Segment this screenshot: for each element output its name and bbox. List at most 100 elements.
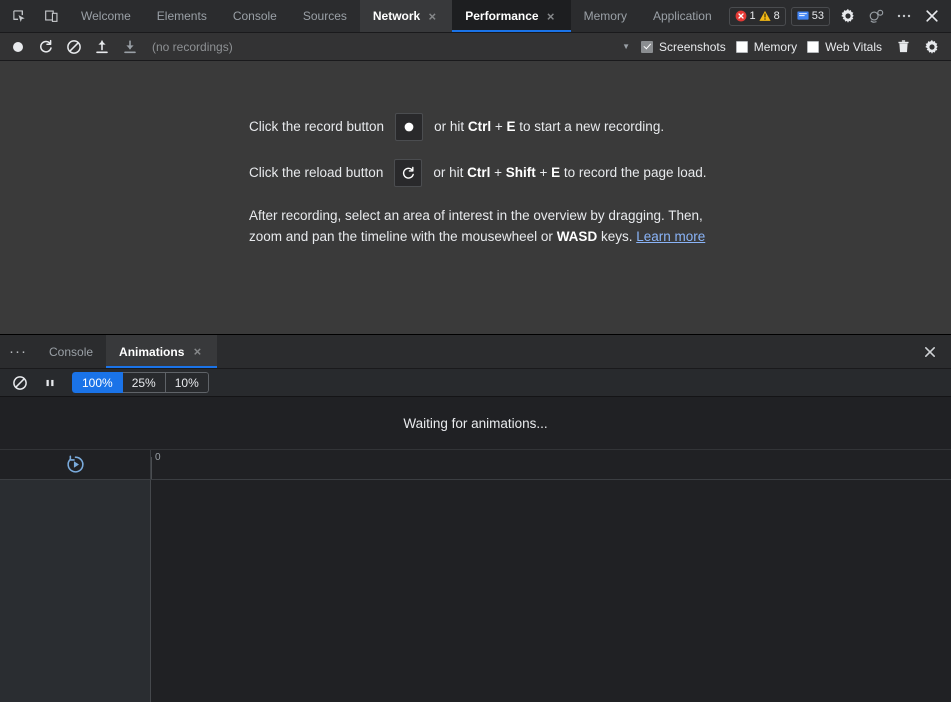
- tab-close-icon[interactable]: ×: [425, 10, 439, 23]
- message-counter[interactable]: 53: [791, 7, 830, 26]
- clear-button[interactable]: [60, 35, 87, 59]
- performance-landing-page: Click the record button or hit Ctrl + E …: [249, 113, 709, 248]
- speed-100-button[interactable]: 100%: [72, 372, 123, 393]
- tab-welcome[interactable]: Welcome: [68, 0, 144, 32]
- landing-record-text-after: to start a new recording.: [516, 119, 665, 134]
- settings-gear-icon[interactable]: [835, 3, 861, 29]
- timeline-tick-line: [151, 457, 152, 479]
- drawer-more-tools-icon[interactable]: ···: [0, 335, 36, 368]
- plus-sep-2: +: [536, 165, 551, 180]
- animations-timeline-header: 0: [0, 450, 951, 480]
- screenshots-checkbox[interactable]: Screenshots: [639, 40, 733, 54]
- tab-label: Welcome: [81, 9, 131, 23]
- tab-elements[interactable]: Elements: [144, 0, 220, 32]
- tabs-list: Welcome Elements Console Sources Network…: [68, 0, 729, 32]
- message-count: 53: [812, 10, 824, 22]
- warning-icon: [759, 10, 771, 22]
- tab-application[interactable]: Application: [640, 0, 725, 32]
- drawer: ··· Console Animations ×: [0, 334, 951, 702]
- drawer-tab-console[interactable]: Console: [36, 335, 106, 368]
- tab-label: Application: [653, 9, 712, 23]
- main-tabbar: Welcome Elements Console Sources Network…: [0, 0, 951, 33]
- speed-10-button[interactable]: 10%: [166, 372, 209, 393]
- animations-name-column: [0, 480, 151, 702]
- chevron-down-icon[interactable]: ▼: [620, 42, 638, 51]
- tab-performance[interactable]: Performance ×: [452, 0, 570, 32]
- landing-reload-text-before: Click the reload button: [249, 164, 383, 183]
- learn-more-link[interactable]: Learn more: [636, 229, 705, 244]
- animations-status-text: Waiting for animations...: [0, 397, 951, 450]
- landing-record-row: Click the record button or hit Ctrl + E …: [249, 113, 709, 141]
- warning-count: 8: [774, 10, 780, 22]
- devtools-window: Welcome Elements Console Sources Network…: [0, 0, 951, 702]
- tab-console[interactable]: Console: [220, 0, 290, 32]
- performance-toolbar: (no recordings) ▼ Screenshots Memory Web…: [0, 33, 951, 61]
- error-icon: [735, 10, 747, 22]
- landing-reload-text-mid: or hit: [433, 165, 467, 180]
- info-message-icon: [797, 10, 809, 22]
- hint-line-2-b: keys.: [597, 229, 636, 244]
- tab-network[interactable]: Network ×: [360, 0, 452, 32]
- inspect-element-icon[interactable]: [6, 3, 32, 29]
- collect-garbage-button[interactable]: [890, 35, 917, 59]
- plus-sep-1: +: [490, 165, 505, 180]
- animations-track-area[interactable]: [151, 480, 951, 702]
- tab-memory[interactable]: Memory: [571, 0, 640, 32]
- record-button[interactable]: [4, 35, 31, 59]
- kbd-e: E: [506, 119, 515, 134]
- tab-label: Elements: [157, 9, 207, 23]
- customize-devtools-icon[interactable]: [863, 3, 889, 29]
- device-toolbar-icon[interactable]: [38, 3, 64, 29]
- inline-record-button[interactable]: [395, 113, 423, 141]
- timeline-controls-cell: [0, 450, 151, 479]
- landing-record-text-before: Click the record button: [249, 118, 384, 137]
- hint-line-1: After recording, select an area of inter…: [249, 208, 703, 223]
- memory-checkbox[interactable]: Memory: [734, 40, 804, 54]
- clear-animations-button[interactable]: [6, 371, 33, 395]
- timeline-ruler[interactable]: 0: [151, 450, 951, 479]
- checkbox-label: Memory: [754, 40, 797, 54]
- capture-settings-button[interactable]: [918, 35, 945, 59]
- recordings-label: (no recordings): [144, 40, 241, 54]
- landing-reload-text-after: to record the page load.: [560, 165, 706, 180]
- pause-animations-button[interactable]: [36, 371, 63, 395]
- web-vitals-checkbox[interactable]: Web Vitals: [805, 40, 889, 54]
- drawer-tab-animations[interactable]: Animations ×: [106, 335, 217, 368]
- issue-counters[interactable]: 1 8: [729, 7, 786, 26]
- warning-counter[interactable]: 8: [759, 10, 780, 22]
- close-drawer-button[interactable]: [909, 335, 951, 368]
- load-profile-button[interactable]: [88, 35, 115, 59]
- error-counter[interactable]: 1: [735, 10, 756, 22]
- replay-animation-button[interactable]: [65, 454, 86, 475]
- tab-label: Network: [373, 9, 420, 23]
- landing-reload-row: Click the reload button or hit Ctrl + Sh…: [249, 159, 709, 187]
- speed-25-button[interactable]: 25%: [123, 372, 166, 393]
- kbd-ctrl: Ctrl: [468, 119, 491, 134]
- inline-reload-button[interactable]: [394, 159, 422, 187]
- checkbox-box[interactable]: [807, 41, 819, 53]
- save-profile-button[interactable]: [116, 35, 143, 59]
- reload-and-record-button[interactable]: [32, 35, 59, 59]
- tab-close-icon[interactable]: ×: [544, 10, 558, 23]
- checkbox-box[interactable]: [641, 41, 653, 53]
- tab-label: Performance: [465, 9, 538, 23]
- drawer-tab-close-icon[interactable]: ×: [190, 345, 204, 358]
- tab-label: Console: [233, 9, 277, 23]
- animations-toolbar: 100% 25% 10%: [0, 369, 951, 397]
- animations-grid: [0, 480, 951, 702]
- kbd-wasd: WASD: [557, 229, 598, 244]
- error-count: 1: [750, 10, 756, 22]
- tab-sources[interactable]: Sources: [290, 0, 360, 32]
- drawer-tab-label: Console: [49, 345, 93, 359]
- kbd-ctrl: Ctrl: [467, 165, 490, 180]
- kbd-e: E: [551, 165, 560, 180]
- checkbox-label: Screenshots: [659, 40, 726, 54]
- tab-label: Memory: [584, 9, 627, 23]
- more-options-icon[interactable]: [891, 3, 917, 29]
- drawer-tabbar: ··· Console Animations ×: [0, 335, 951, 369]
- checkbox-box[interactable]: [736, 41, 748, 53]
- tabbar-right-group: 1 8 53: [729, 0, 951, 32]
- timeline-tick-label: 0: [155, 452, 161, 463]
- close-devtools-icon[interactable]: [919, 3, 945, 29]
- landing-hint-paragraph: After recording, select an area of inter…: [249, 205, 709, 248]
